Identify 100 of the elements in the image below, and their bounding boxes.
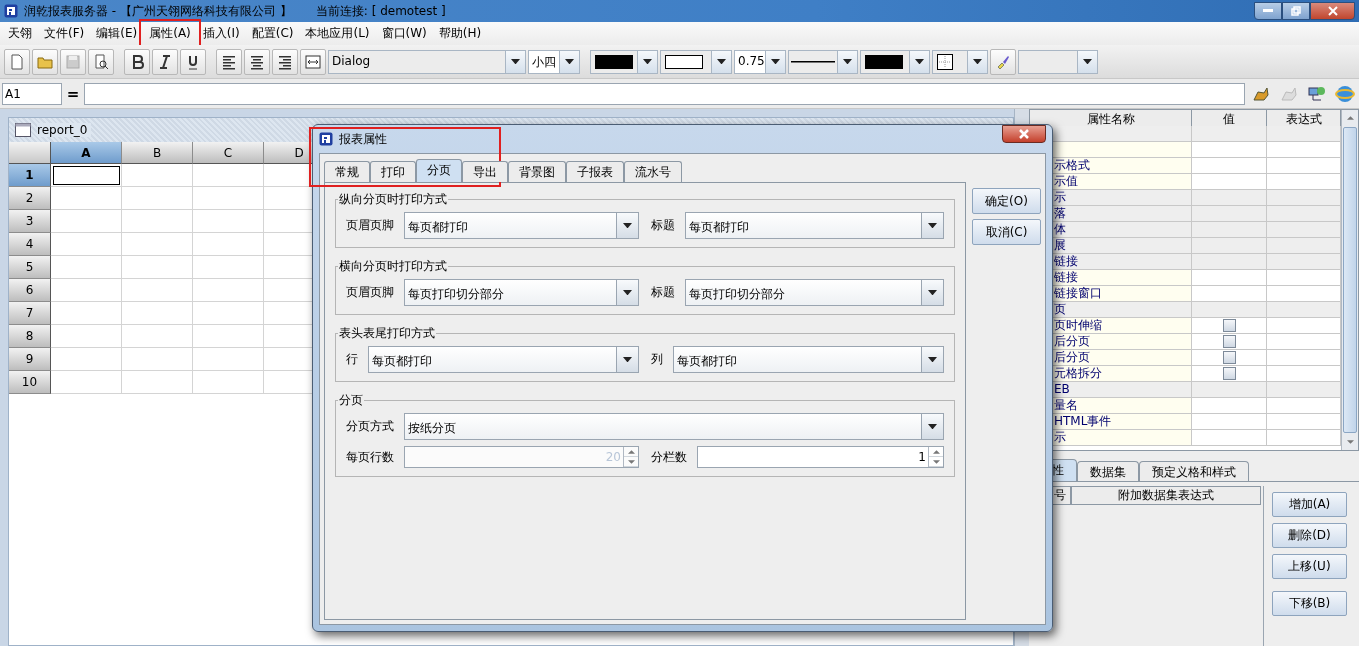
scrollbar[interactable]: [1341, 110, 1358, 450]
column-header[interactable]: C: [193, 142, 264, 164]
new-file-button[interactable]: [4, 48, 30, 75]
action-button[interactable]: 增加(A): [1272, 492, 1347, 517]
minimize-button[interactable]: [1254, 2, 1282, 20]
grid-cell[interactable]: [51, 233, 122, 256]
background-color-select[interactable]: [660, 49, 732, 74]
print-preview-button[interactable]: [88, 48, 114, 75]
checkbox[interactable]: [1222, 367, 1236, 380]
grid-cell[interactable]: [193, 164, 264, 187]
menu-item[interactable]: 插入(I): [196, 23, 246, 44]
border-color-select[interactable]: [860, 49, 930, 74]
menu-item[interactable]: 天翎: [2, 23, 38, 44]
tab[interactable]: 背景图: [508, 161, 566, 182]
tab[interactable]: 常规: [324, 161, 370, 182]
scrollbar-thumb[interactable]: [1343, 127, 1357, 433]
row-header[interactable]: 5: [9, 256, 51, 279]
menu-item[interactable]: 文件(F): [38, 23, 91, 44]
tab[interactable]: 流水号: [624, 161, 682, 182]
formula-input[interactable]: [84, 82, 1245, 105]
italic-button[interactable]: [152, 48, 178, 75]
close-button[interactable]: [1002, 125, 1046, 143]
grid-cell[interactable]: [51, 325, 122, 348]
close-button[interactable]: [1310, 2, 1355, 20]
grid-cell[interactable]: [51, 164, 122, 187]
merge-cells-button[interactable]: [300, 48, 326, 75]
column-header[interactable]: A: [51, 142, 122, 164]
row-header[interactable]: 3: [9, 210, 51, 233]
tab[interactable]: 打印: [370, 161, 416, 182]
menu-item[interactable]: 配置(C): [245, 23, 300, 44]
checkbox[interactable]: [1222, 351, 1236, 364]
row-header[interactable]: 8: [9, 325, 51, 348]
grid-cell[interactable]: [193, 325, 264, 348]
row-header[interactable]: 2: [9, 187, 51, 210]
dropdown[interactable]: 每页都打印: [685, 212, 944, 239]
grid-cell[interactable]: [122, 279, 193, 302]
font-color-select[interactable]: [590, 49, 658, 74]
tab[interactable]: 子报表: [566, 161, 624, 182]
grid-cell[interactable]: [122, 348, 193, 371]
menu-item[interactable]: 编辑(E): [90, 23, 144, 44]
checkbox[interactable]: [1222, 319, 1236, 332]
grid-cell[interactable]: [193, 187, 264, 210]
grid-cell[interactable]: [51, 256, 122, 279]
grid-cell[interactable]: [51, 371, 122, 394]
align-left-button[interactable]: [216, 48, 242, 75]
cell-reference-field[interactable]: A1: [2, 82, 62, 105]
grid-cell[interactable]: [122, 233, 193, 256]
style-select[interactable]: [1018, 49, 1098, 74]
row-header[interactable]: 1: [9, 164, 51, 187]
grid-cell[interactable]: [193, 371, 264, 394]
dropdown[interactable]: 每页都打印: [404, 212, 639, 239]
grid-cell[interactable]: [51, 279, 122, 302]
restore-button[interactable]: [1282, 2, 1310, 20]
dropdown[interactable]: 每页打印切分部分: [685, 279, 944, 306]
action-button[interactable]: 下移(B): [1272, 591, 1347, 616]
grid-cell[interactable]: [122, 325, 193, 348]
menu-item[interactable]: 帮助(H): [432, 23, 488, 44]
grid-cell[interactable]: [122, 164, 193, 187]
menu-item[interactable]: 本地应用(L): [299, 23, 376, 44]
dropdown[interactable]: 按纸分页: [404, 413, 944, 440]
grid-cell[interactable]: [193, 210, 264, 233]
dialog-button[interactable]: 确定(O): [972, 188, 1041, 214]
dropdown[interactable]: 每页打印切分部分: [404, 279, 639, 306]
brush-button[interactable]: [990, 48, 1016, 75]
grid-cell[interactable]: [122, 187, 193, 210]
line-width-select[interactable]: 0.75: [734, 49, 786, 74]
column-header[interactable]: B: [122, 142, 193, 164]
number-spinner[interactable]: 1: [697, 446, 944, 468]
action-button[interactable]: 上移(U): [1272, 554, 1347, 579]
grid-cell[interactable]: [51, 210, 122, 233]
grid-cell[interactable]: [51, 348, 122, 371]
row-header[interactable]: 4: [9, 233, 51, 256]
checkbox[interactable]: [1222, 335, 1236, 348]
grid-cell[interactable]: [193, 348, 264, 371]
row-header[interactable]: 9: [9, 348, 51, 371]
grid-cell[interactable]: [51, 187, 122, 210]
dropdown[interactable]: 每页都打印: [368, 346, 639, 373]
row-header[interactable]: 7: [9, 302, 51, 325]
grid-cell[interactable]: [122, 256, 193, 279]
grid-cell[interactable]: [51, 302, 122, 325]
row-header[interactable]: 10: [9, 371, 51, 394]
grid-cell[interactable]: [193, 233, 264, 256]
row-header[interactable]: 6: [9, 279, 51, 302]
align-center-button[interactable]: [244, 48, 270, 75]
align-right-button[interactable]: [272, 48, 298, 75]
menu-item[interactable]: 窗口(W): [375, 23, 433, 44]
tab[interactable]: 分页: [416, 159, 462, 182]
action-button[interactable]: 删除(D): [1272, 523, 1347, 548]
grid-cell[interactable]: [122, 371, 193, 394]
grid-cell[interactable]: [193, 302, 264, 325]
grid-cell[interactable]: [122, 302, 193, 325]
underline-button[interactable]: [180, 48, 206, 75]
dialog-button[interactable]: 取消(C): [972, 219, 1041, 245]
line-style-select[interactable]: [788, 49, 858, 74]
tab[interactable]: 数据集: [1077, 461, 1139, 481]
grid-cell[interactable]: [122, 210, 193, 233]
grid-cell[interactable]: [193, 279, 264, 302]
tab[interactable]: 预定义格和样式: [1139, 461, 1249, 481]
bold-button[interactable]: [124, 48, 150, 75]
border-select[interactable]: [932, 49, 988, 74]
